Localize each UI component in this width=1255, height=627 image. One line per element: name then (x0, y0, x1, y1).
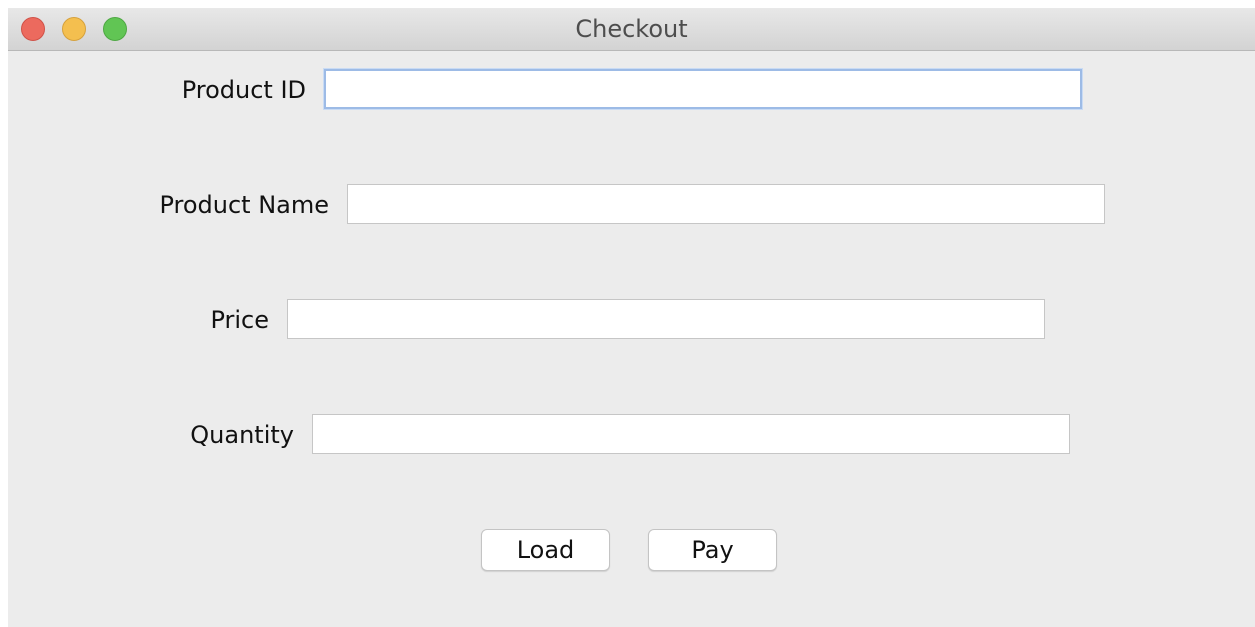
load-button[interactable]: Load (481, 529, 610, 571)
product-name-label: Product Name (159, 191, 329, 219)
checkout-window: Checkout Product ID Product Name Price Q… (8, 8, 1255, 627)
price-label: Price (210, 306, 269, 334)
product-id-label: Product ID (181, 76, 306, 104)
window-title: Checkout (575, 15, 688, 43)
quantity-field[interactable] (312, 414, 1070, 454)
product-name-field[interactable] (347, 184, 1105, 224)
title-bar[interactable]: Checkout (8, 8, 1255, 51)
product-id-field[interactable] (324, 69, 1082, 109)
quantity-label: Quantity (190, 421, 294, 449)
pay-button[interactable]: Pay (648, 529, 777, 571)
price-field[interactable] (287, 299, 1045, 339)
